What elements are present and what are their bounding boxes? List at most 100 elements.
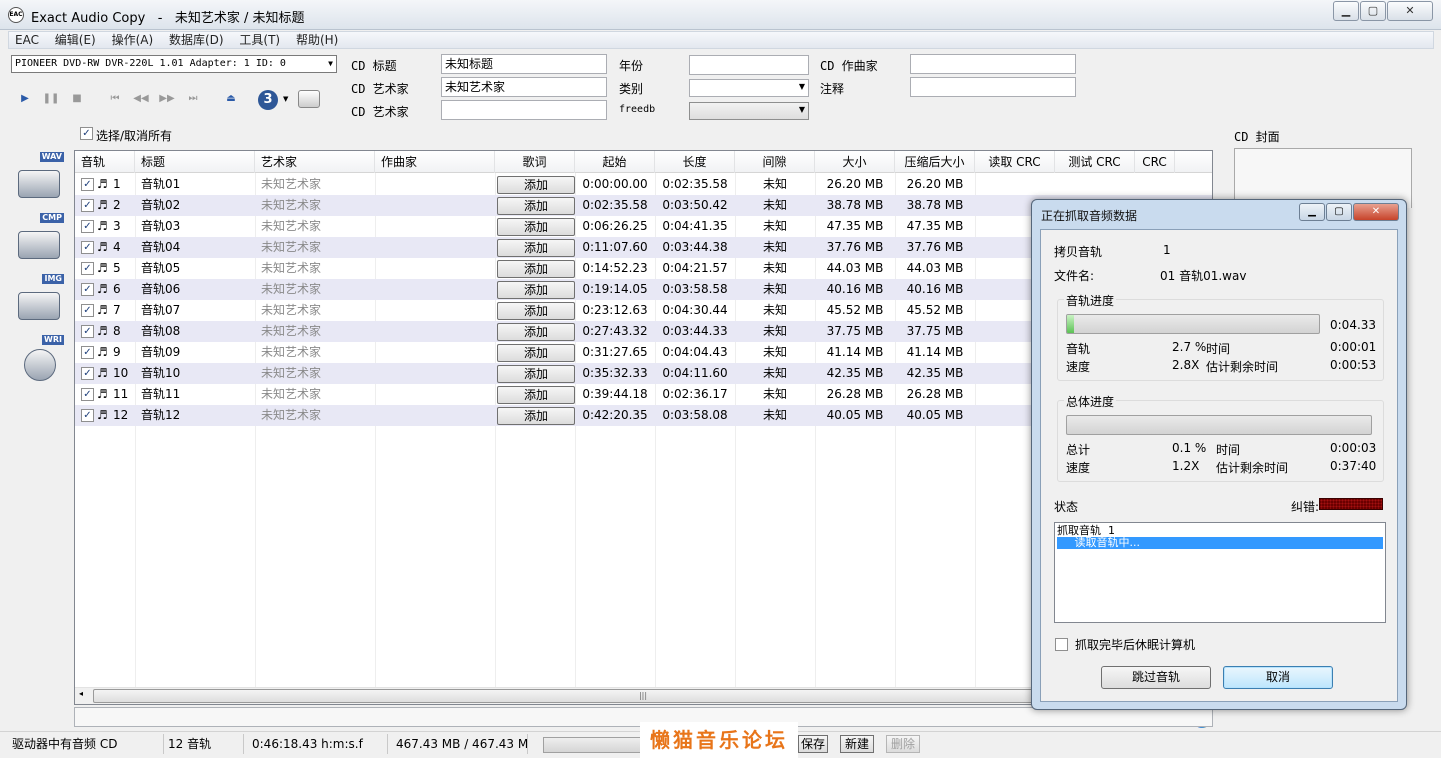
speed-dropdown-icon[interactable]: ▼ <box>283 95 288 103</box>
play-button[interactable]: ▶ <box>16 90 34 108</box>
hibernate-checkbox[interactable] <box>1055 638 1068 651</box>
col-size[interactable]: 大小 <box>815 151 895 173</box>
composer-input[interactable] <box>910 54 1076 74</box>
menu-action[interactable]: 操作(A) <box>106 32 160 48</box>
drive-options-button[interactable] <box>298 90 320 108</box>
scroll-left-icon[interactable]: ◂ <box>79 689 83 698</box>
col-length[interactable]: 长度 <box>655 151 735 173</box>
track-checkbox[interactable]: ✓ <box>81 241 94 254</box>
track-artist[interactable]: 未知艺术家 <box>261 342 371 363</box>
select-all-checkbox[interactable]: ✓ <box>80 127 93 140</box>
track-artist[interactable]: 未知艺术家 <box>261 258 371 279</box>
eject-button[interactable]: ⏏ <box>222 90 240 108</box>
track-artist[interactable]: 未知艺术家 <box>261 237 371 258</box>
col-crc[interactable]: CRC <box>1135 151 1175 173</box>
track-checkbox[interactable]: ✓ <box>81 409 94 422</box>
cd-artist-input[interactable]: 未知艺术家 <box>441 77 607 97</box>
track-title[interactable]: 音轨11 <box>141 384 251 405</box>
new-button[interactable]: 新建 <box>840 735 874 753</box>
dialog-close-button[interactable]: ✕ <box>1353 203 1399 221</box>
track-title[interactable]: 音轨09 <box>141 342 251 363</box>
maximize-button[interactable]: ▢ <box>1360 1 1386 21</box>
forward-button[interactable]: ▶▶ <box>158 90 176 108</box>
freedb-select[interactable]: ▼ <box>689 102 809 120</box>
track-title[interactable]: 音轨10 <box>141 363 251 384</box>
copy-compressed-button[interactable]: CMP <box>14 213 64 265</box>
dialog-minimize-button[interactable]: ▁ <box>1299 203 1325 221</box>
track-checkbox[interactable]: ✓ <box>81 220 94 233</box>
col-compressed-size[interactable]: 压缩后大小 <box>895 151 975 173</box>
add-lyrics-button[interactable]: 添加 <box>497 218 575 236</box>
track-artist[interactable]: 未知艺术家 <box>261 405 371 426</box>
drive-select[interactable]: PIONEER DVD-RW DVR-220L 1.01 Adapter: 1 … <box>11 55 337 73</box>
add-lyrics-button[interactable]: 添加 <box>497 176 575 194</box>
add-lyrics-button[interactable]: 添加 <box>497 323 575 341</box>
track-title[interactable]: 音轨05 <box>141 258 251 279</box>
add-lyrics-button[interactable]: 添加 <box>497 197 575 215</box>
track-checkbox[interactable]: ✓ <box>81 262 94 275</box>
col-track[interactable]: 音轨 <box>75 151 135 173</box>
track-artist[interactable]: 未知艺术家 <box>261 321 371 342</box>
track-title[interactable]: 音轨03 <box>141 216 251 237</box>
track-artist[interactable]: 未知艺术家 <box>261 300 371 321</box>
track-title[interactable]: 音轨02 <box>141 195 251 216</box>
close-button[interactable]: ✕ <box>1387 1 1433 21</box>
track-checkbox[interactable]: ✓ <box>81 367 94 380</box>
col-title[interactable]: 标题 <box>135 151 255 173</box>
minimize-button[interactable]: ▁ <box>1333 1 1359 21</box>
add-lyrics-button[interactable]: 添加 <box>497 239 575 257</box>
track-title[interactable]: 音轨12 <box>141 405 251 426</box>
scroll-thumb[interactable]: ||| <box>93 689 1193 703</box>
track-title[interactable]: 音轨06 <box>141 279 251 300</box>
add-lyrics-button[interactable]: 添加 <box>497 365 575 383</box>
track-artist[interactable]: 未知艺术家 <box>261 174 371 195</box>
col-artist[interactable]: 艺术家 <box>255 151 375 173</box>
cd-artist2-input[interactable] <box>441 100 607 120</box>
track-checkbox[interactable]: ✓ <box>81 388 94 401</box>
add-lyrics-button[interactable]: 添加 <box>497 260 575 278</box>
dialog-maximize-button[interactable]: ▢ <box>1326 203 1352 221</box>
skip-track-button[interactable]: 跳过音轨 <box>1101 666 1211 689</box>
track-artist[interactable]: 未知艺术家 <box>261 363 371 384</box>
col-gap[interactable]: 间隙 <box>735 151 815 173</box>
menu-help[interactable]: 帮助(H) <box>290 32 344 48</box>
save-button[interactable]: 保存 <box>798 735 828 753</box>
add-lyrics-button[interactable]: 添加 <box>497 302 575 320</box>
stop-button[interactable]: ■ <box>68 90 86 108</box>
track-title[interactable]: 音轨08 <box>141 321 251 342</box>
track-checkbox[interactable]: ✓ <box>81 199 94 212</box>
log-line-selected[interactable]: 读取音轨中... <box>1057 537 1383 549</box>
menu-edit[interactable]: 编辑(E) <box>49 32 102 48</box>
track-checkbox[interactable]: ✓ <box>81 178 94 191</box>
menu-database[interactable]: 数据库(D) <box>163 32 230 48</box>
year-input[interactable] <box>689 55 809 75</box>
write-cd-button[interactable]: WRI <box>14 335 64 387</box>
add-lyrics-button[interactable]: 添加 <box>497 407 575 425</box>
prev-track-button[interactable]: ⏮ <box>106 90 124 108</box>
track-row[interactable]: ✓ ♬ 1 音轨01 未知艺术家 添加 0:00:00.00 0:02:35.5… <box>75 174 1212 195</box>
track-title[interactable]: 音轨01 <box>141 174 251 195</box>
status-log[interactable]: 抓取音轨 1 读取音轨中... <box>1054 522 1386 623</box>
track-artist[interactable]: 未知艺术家 <box>261 279 371 300</box>
next-track-button[interactable]: ⏭ <box>184 90 202 108</box>
track-checkbox[interactable]: ✓ <box>81 304 94 317</box>
copy-image-button[interactable]: IMG <box>14 274 64 326</box>
pause-button[interactable]: ❚❚ <box>42 90 60 108</box>
menu-tools[interactable]: 工具(T) <box>233 32 286 48</box>
col-read-crc[interactable]: 读取 CRC <box>975 151 1055 173</box>
track-checkbox[interactable]: ✓ <box>81 325 94 338</box>
genre-select[interactable]: ▼ <box>689 79 809 97</box>
menu-eac[interactable]: EAC <box>9 32 45 48</box>
col-test-crc[interactable]: 测试 CRC <box>1055 151 1135 173</box>
cd-title-input[interactable]: 未知标题 <box>441 54 607 74</box>
delete-button[interactable]: 删除 <box>886 735 920 753</box>
cancel-button[interactable]: 取消 <box>1223 666 1333 689</box>
track-title[interactable]: 音轨04 <box>141 237 251 258</box>
add-lyrics-button[interactable]: 添加 <box>497 344 575 362</box>
col-lyrics[interactable]: 歌词 <box>495 151 575 173</box>
col-composer[interactable]: 作曲家 <box>375 151 495 173</box>
track-artist[interactable]: 未知艺术家 <box>261 195 371 216</box>
track-artist[interactable]: 未知艺术家 <box>261 384 371 405</box>
speed-button[interactable]: 3 <box>258 90 278 110</box>
col-start[interactable]: 起始 <box>575 151 655 173</box>
